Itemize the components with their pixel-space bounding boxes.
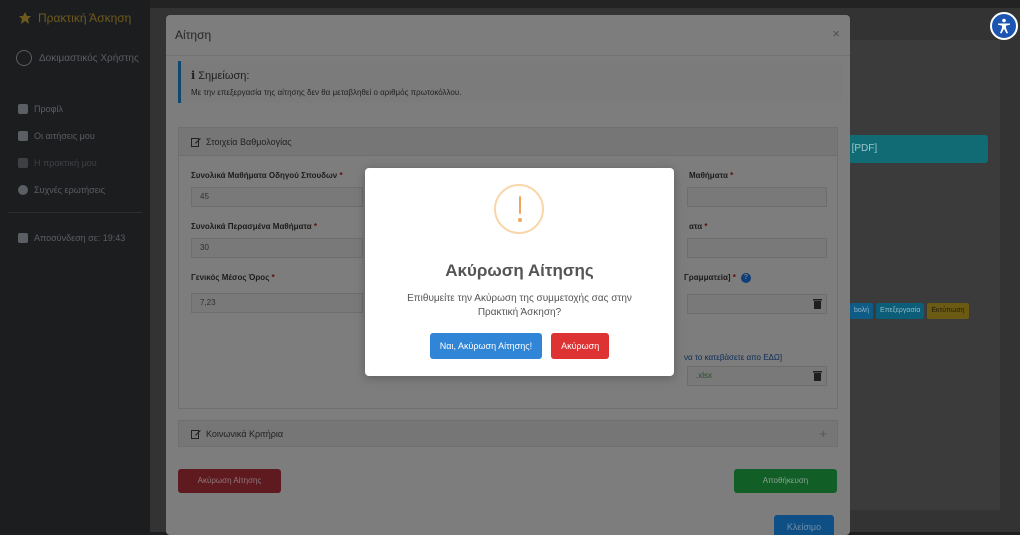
note-callout: i Σημείωση: Με την επεξεργασία της αίτησ… [178, 61, 841, 103]
upload-button[interactable]: bολή [850, 303, 874, 319]
right-label-2: ατα * [689, 222, 708, 231]
right-input-3[interactable] [687, 294, 827, 314]
confirm-dialog: Ακύρωση Αίτησης Επιθυμείτε την Ακύρωση τ… [365, 168, 674, 376]
modal-title: Αίτηση [175, 28, 212, 42]
edit-icon [191, 137, 201, 147]
gpa-label: Γενικός Μέσος Όρος * [191, 273, 275, 282]
close-button[interactable]: Κλείσιμο [774, 515, 834, 535]
sidebar-menu: Προφίλ Οι αιτήσεις μου Η πρακτική μου Συ… [18, 95, 105, 203]
cancel-application-button[interactable]: Ακύρωση Αίτησης [178, 469, 281, 493]
total-courses-input[interactable]: 45 [191, 187, 363, 207]
passed-courses-input[interactable]: 30 [191, 238, 363, 258]
pdf-button[interactable]: ς [PDF] [838, 135, 988, 163]
user-icon [18, 103, 28, 114]
right-input-2[interactable] [687, 238, 827, 258]
dialog-message: Επιθυμείτε την Ακύρωση της συμμετοχής σα… [407, 293, 632, 318]
total-courses-label: Συνολικά Μαθήματα Οδηγού Σπουδων * [191, 171, 343, 180]
right-input-1[interactable] [687, 187, 827, 207]
gpa-input[interactable]: 7,23 [191, 293, 363, 313]
edit-icon [191, 429, 201, 439]
grades-panel-title: Στοιχεία Βαθμολογίας [206, 136, 292, 147]
sidebar-item-label: Οι αιτήσεις μου [34, 130, 95, 141]
social-criteria-panel[interactable]: Κοινωνικά Κριτήρια + [178, 420, 838, 447]
dialog-title: Ακύρωση Αίτησης [445, 261, 594, 280]
accessibility-button[interactable] [990, 12, 1018, 40]
warning-icon [494, 184, 544, 234]
accessibility-icon [998, 18, 1010, 34]
trash-icon[interactable] [813, 298, 822, 309]
logout-link[interactable]: Αποσύνδεση σε: 19:43 [18, 233, 125, 243]
save-button[interactable]: Αποθήκευση [734, 469, 837, 493]
passed-courses-label: Συνολικά Περασμένα Μαθήματα * [191, 222, 318, 231]
sidebar-item-profile[interactable]: Προφίλ [18, 95, 105, 122]
uploaded-file-name: .xlsx [696, 371, 712, 380]
confirm-cancel-application-button[interactable]: Ναι, Ακύρωση Αίτησης! [429, 333, 543, 359]
background-card [840, 40, 1000, 510]
info-icon[interactable]: ? [740, 273, 751, 283]
sidebar-divider [8, 212, 142, 213]
row-actions: bολή Επεξεργασία Εκτύπωση [850, 303, 969, 319]
edit-icon [18, 130, 28, 141]
logo-icon [19, 12, 31, 24]
note-title: i Σημείωση: [191, 69, 250, 82]
close-icon[interactable]: × [832, 26, 840, 41]
info-icon: i [191, 69, 196, 82]
user-name: Δοκιμαστικός Χρήστης [39, 52, 139, 64]
modal-header: Αίτηση × [166, 15, 850, 56]
logout-icon [18, 233, 28, 243]
sidebar-item-applications[interactable]: Οι αιτήσεις μου [18, 122, 105, 149]
note-text: Με την επεξεργασία της αίτησης δεν θα με… [191, 88, 462, 97]
sidebar-item-label: Η πρακτική μου [34, 157, 97, 168]
grades-panel-header[interactable]: Στοιχεία Βαθμολογίας [179, 128, 837, 156]
top-bar [150, 0, 1020, 8]
social-criteria-title: Κοινωνικά Κριτήρια [206, 428, 284, 439]
edit-button[interactable]: Επεξεργασία [876, 303, 925, 319]
trash-icon[interactable] [813, 370, 822, 381]
sidebar-item-faq[interactable]: Συχνές ερωτήσεις [18, 176, 105, 203]
brand[interactable]: Πρακτική Άσκηση [18, 11, 131, 25]
uploaded-file-input[interactable]: .xlsx [687, 366, 827, 386]
sidebar: Πρακτική Άσκηση Δοκιμαστικός Χρήστης Προ… [0, 0, 150, 532]
download-link[interactable]: να το κατεβάσετε απο ΕΔΩ] [684, 353, 782, 362]
right-label-3: Γραμματεία] *? [684, 273, 751, 283]
expand-icon[interactable]: + [819, 426, 827, 441]
brand-label: Πρακτική Άσκηση [38, 11, 132, 25]
right-label-1: Μαθήματα * [689, 171, 734, 180]
user-profile: Δοκιμαστικός Χρήστης [16, 50, 139, 66]
avatar-icon [16, 50, 32, 66]
print-button[interactable]: Εκτύπωση [927, 303, 969, 319]
sidebar-item-label: Προφίλ [34, 103, 63, 114]
question-icon [18, 184, 28, 195]
sidebar-item-label: Συχνές ερωτήσεις [34, 184, 106, 195]
sidebar-item-internship[interactable]: Η πρακτική μου [18, 149, 105, 176]
logout-label: Αποσύνδεση σε: 19:43 [34, 233, 126, 243]
document-icon [18, 157, 28, 168]
dialog-actions: Ναι, Ακύρωση Αίτησης! Ακύρωση [365, 333, 674, 359]
dismiss-button[interactable]: Ακύρωση [551, 333, 610, 359]
